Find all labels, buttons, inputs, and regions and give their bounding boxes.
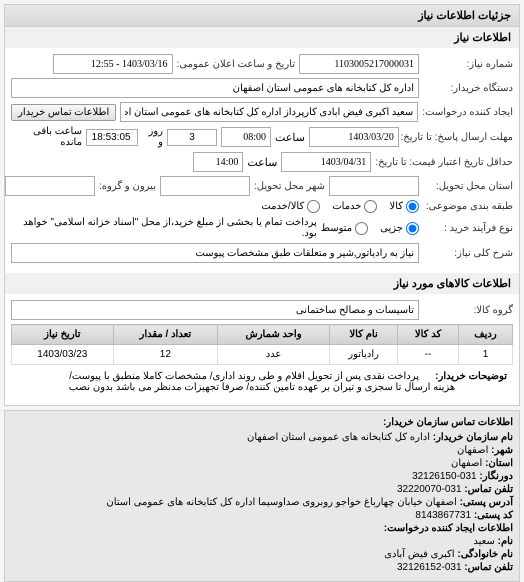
phone-value: 031-32220070 bbox=[397, 484, 462, 495]
postal-value: 8143867731 bbox=[415, 510, 471, 521]
group-label: بیرون و گروه: bbox=[99, 181, 156, 192]
remaining-label: ساعت باقی مانده bbox=[11, 126, 82, 148]
request-no-label: شماره نیاز: bbox=[423, 59, 513, 70]
radio-kala[interactable]: کالا bbox=[389, 200, 419, 213]
contact-title: اطلاعات تماس سازمان خریدار: bbox=[11, 417, 513, 428]
contact-phone-value: 031-32126152 bbox=[397, 562, 462, 573]
goods-table: ردیفکد کالانام کالاواحد شمارشتعداد / مقد… bbox=[11, 324, 513, 365]
desc-label: شرح کلی نیاز: bbox=[423, 248, 513, 259]
radio-kala-khadamat[interactable]: کالا/خدمت bbox=[261, 200, 320, 213]
group-input[interactable] bbox=[5, 176, 95, 196]
table-row[interactable]: 1--رادیاتورعدد121403/03/23 bbox=[12, 345, 513, 365]
c-city-label: شهر: bbox=[491, 445, 513, 456]
contact-phone-label: تلفن تماس: bbox=[464, 562, 513, 573]
announce-label: تاریخ و ساعت اعلان عمومی: bbox=[177, 59, 296, 70]
group-field-input[interactable] bbox=[11, 300, 419, 320]
explain-label: توضیحات خریدار: bbox=[435, 371, 507, 382]
remaining-time: 18:53:05 bbox=[86, 129, 138, 146]
postal-label: کد پستی: bbox=[474, 510, 513, 521]
name-label: نام: bbox=[498, 536, 513, 547]
c-province-value: اصفهان bbox=[451, 458, 482, 469]
city-input[interactable] bbox=[160, 176, 250, 196]
fax-label: دورنگار: bbox=[479, 471, 513, 482]
c-city-value: اصفهان bbox=[457, 445, 488, 456]
phone-label: تلفن تماس: bbox=[464, 484, 513, 495]
deadline-time-label: ساعت bbox=[275, 131, 305, 144]
panel-header: جزئیات اطلاعات نیاز bbox=[5, 5, 519, 27]
deadline-label: مهلت ارسال پاسخ: تا تاریخ: bbox=[403, 132, 513, 143]
creator-input[interactable] bbox=[120, 102, 418, 122]
creator-label: ایجاد کننده درخواست: bbox=[422, 107, 513, 118]
explain-text: پرداخت نقدی پس از تحویل اقلام و طی روند … bbox=[17, 371, 507, 393]
buyer-label: دستگاه خریدار: bbox=[423, 83, 513, 94]
table-cell: رادیاتور bbox=[329, 345, 397, 365]
address-value: اصفهان خیابان چهارباغ خواجو روبروی صداوس… bbox=[106, 497, 456, 508]
table-header: تعداد / مقدار bbox=[113, 325, 217, 345]
radio-khadamat[interactable]: خدمات bbox=[332, 200, 377, 213]
table-header: ردیف bbox=[458, 325, 512, 345]
city-label: شهر محل تحویل: bbox=[254, 181, 325, 192]
table-header: نام کالا bbox=[329, 325, 397, 345]
family-value: اکبری فیض آبادی bbox=[384, 549, 454, 560]
table-header: واحد شمارش bbox=[218, 325, 330, 345]
desc-input[interactable] bbox=[11, 243, 419, 263]
deadline-time-input[interactable] bbox=[221, 127, 271, 147]
radio-jozi[interactable]: جزیی bbox=[380, 222, 419, 235]
contact-panel: اطلاعات تماس سازمان خریدار: نام سازمان خ… bbox=[4, 410, 520, 582]
remaining-day-label: روز و bbox=[142, 126, 163, 148]
location-label: استان محل تحویل: bbox=[423, 181, 513, 192]
table-header: تاریخ نیاز bbox=[12, 325, 114, 345]
form-section-title: اطلاعات نیاز bbox=[5, 27, 519, 48]
address-label: آدرس پستی: bbox=[460, 497, 513, 508]
org-value: اداره کل کتابخانه های عمومی استان اصفهان bbox=[247, 432, 430, 443]
pack-label: طبقه بندی موضوعی: bbox=[423, 201, 513, 212]
table-header: کد کالا bbox=[398, 325, 459, 345]
validity-time-label: ساعت bbox=[247, 156, 277, 169]
announce-input[interactable] bbox=[53, 54, 173, 74]
deadline-date-input[interactable] bbox=[309, 127, 399, 147]
buy-type-label: نوع فرآیند خرید : bbox=[423, 223, 513, 234]
validity-label: حداقل تاریخ اعتبار قیمت: تا تاریخ: bbox=[375, 157, 513, 168]
radio-motavasset[interactable]: متوسط bbox=[321, 222, 368, 235]
table-cell: 1 bbox=[458, 345, 512, 365]
contact-info-button[interactable]: اطلاعات تماس خریدار bbox=[11, 104, 116, 121]
req-creator-label: اطلاعات ایجاد کننده درخواست: bbox=[384, 523, 513, 534]
remaining-days: 3 bbox=[167, 129, 217, 146]
goods-section-title: اطلاعات کالاهای مورد نیاز bbox=[5, 273, 519, 294]
validity-date-input[interactable] bbox=[281, 152, 371, 172]
fax-value: 031-32126150 bbox=[412, 471, 477, 482]
validity-time-input[interactable] bbox=[193, 152, 243, 172]
family-label: نام خانوادگی: bbox=[457, 549, 513, 560]
org-label: نام سازمان خریدار: bbox=[433, 432, 513, 443]
table-cell: عدد bbox=[218, 345, 330, 365]
request-no-input[interactable] bbox=[299, 54, 419, 74]
table-cell: 12 bbox=[113, 345, 217, 365]
name-value: سعید bbox=[473, 536, 494, 547]
table-cell: -- bbox=[398, 345, 459, 365]
c-province-label: استان: bbox=[485, 458, 513, 469]
table-cell: 1403/03/23 bbox=[12, 345, 114, 365]
buy-note: پرداخت تمام یا بخشی از مبلغ خرید،از محل … bbox=[11, 217, 317, 239]
location-input[interactable] bbox=[329, 176, 419, 196]
group-field-label: گروه کالا: bbox=[423, 305, 513, 316]
buyer-input[interactable] bbox=[11, 78, 419, 98]
